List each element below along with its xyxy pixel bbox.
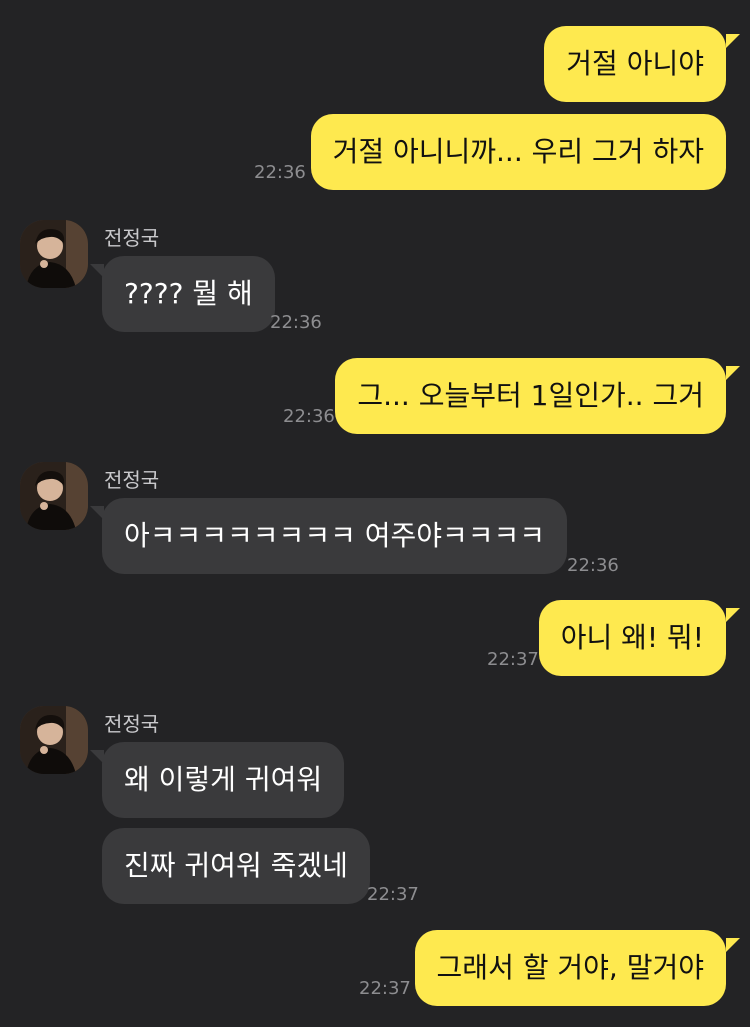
message-text: 아ㅋㅋㅋㅋㅋㅋㅋㅋ 여주야ㅋㅋㅋㅋ (124, 519, 546, 552)
message-bubble-sent[interactable]: 그... 오늘부터 1일인가.. 그거 (335, 358, 726, 434)
message-text: 거절 아니니까... 우리 그거 하자 (332, 135, 704, 168)
message-bubble-received[interactable]: 진짜 귀여워 죽겠네 (102, 828, 370, 904)
message-text: 아니 왜! 뭐! (560, 621, 704, 654)
contact-name: 전정국 (104, 712, 160, 736)
message-bubble-sent[interactable]: 거절 아니야 (544, 26, 726, 102)
message-timestamp: 22:37 (367, 884, 419, 905)
bubble-tail (90, 506, 104, 520)
message-text: 거절 아니야 (566, 47, 704, 80)
message-bubble-received[interactable]: ???? 뭘 해 (102, 256, 275, 332)
bubble-tail (726, 938, 740, 952)
message-timestamp: 22:36 (283, 406, 335, 427)
message-timestamp: 22:36 (254, 162, 306, 183)
message-bubble-sent[interactable]: 아니 왜! 뭐! (538, 600, 726, 676)
message-text: 그래서 할 거야, 말거야 (436, 951, 704, 984)
message-bubble-sent[interactable]: 그래서 할 거야, 말거야 (414, 930, 726, 1006)
contact-avatar[interactable] (20, 706, 88, 774)
bubble-tail (726, 608, 740, 622)
contact-name: 전정국 (104, 226, 160, 250)
bubble-tail (90, 750, 104, 764)
bubble-tail (90, 264, 104, 278)
message-text: 왜 이렇게 귀여워 (124, 763, 323, 796)
message-text: ???? 뭘 해 (124, 277, 253, 310)
bubble-tail (726, 34, 740, 48)
message-text: 진짜 귀여워 죽겠네 (124, 849, 348, 882)
bubble-tail (726, 366, 740, 380)
contact-name: 전정국 (104, 468, 160, 492)
message-text: 그... 오늘부터 1일인가.. 그거 (357, 379, 704, 412)
avatar-photo (20, 462, 88, 530)
message-timestamp: 22:37 (487, 649, 539, 670)
chat-view[interactable]: 거절 아니야 거절 아니니까... 우리 그거 하자 22:36 전정국 ???… (0, 0, 750, 1027)
avatar-photo (20, 706, 88, 774)
contact-avatar[interactable] (20, 220, 88, 288)
contact-avatar[interactable] (20, 462, 88, 530)
message-bubble-received[interactable]: 왜 이렇게 귀여워 (102, 742, 345, 818)
message-bubble-sent[interactable]: 거절 아니니까... 우리 그거 하자 (310, 114, 726, 190)
message-timestamp: 22:36 (567, 555, 619, 576)
message-bubble-received[interactable]: 아ㅋㅋㅋㅋㅋㅋㅋㅋ 여주야ㅋㅋㅋㅋ (102, 498, 568, 574)
message-timestamp: 22:36 (270, 312, 322, 333)
message-timestamp: 22:37 (359, 978, 411, 999)
avatar-photo (20, 220, 88, 288)
